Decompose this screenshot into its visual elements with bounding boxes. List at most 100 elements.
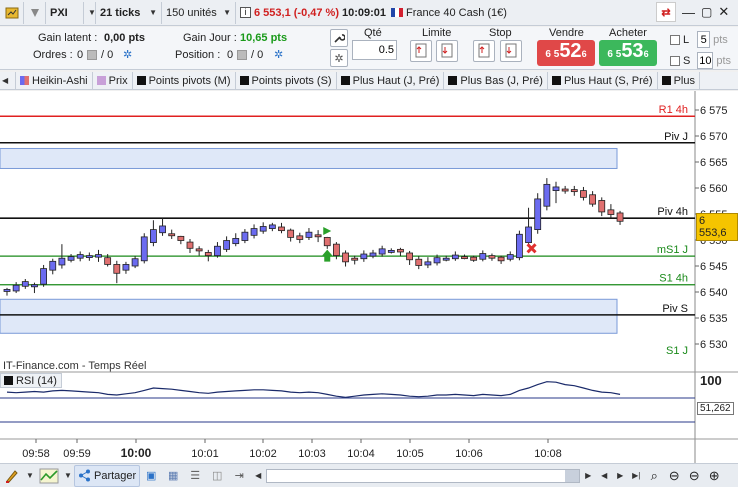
zoom-in-icon[interactable]: ⊕ — [704, 465, 724, 487]
buy-label: Acheter — [609, 27, 647, 39]
price-chart[interactable]: R1 4h Piv J Piv 4h mS1 J S1 4h Piv S S1 J 6 57… — [0, 91, 738, 463]
orders-gear-icon[interactable]: ✲ — [123, 48, 132, 61]
close-icon[interactable]: ✕ — [718, 4, 729, 20]
grid-icon[interactable]: ▦ — [162, 465, 184, 487]
chat-icon[interactable]: ▣ — [140, 465, 162, 487]
stop-label: Stop — [489, 27, 512, 39]
indicator-pivots-m[interactable]: Points pivots (M) — [133, 72, 236, 89]
buy-button[interactable]: 6 5 53 6 — [599, 40, 657, 66]
list-icon[interactable]: ☰ — [184, 465, 206, 487]
extend-icon[interactable]: ⇥ — [228, 465, 250, 487]
pivot-level-label: mS1 J — [657, 244, 688, 256]
y-tick-label: 6 565 — [700, 157, 728, 169]
clock-time: 10:09:01 — [342, 6, 387, 19]
symbol-label: PXI — [50, 6, 68, 19]
maximize-icon[interactable]: ▢ — [701, 5, 712, 19]
indicator-plus-bas-j[interactable]: Plus Bas (J, Pré) — [444, 72, 548, 89]
candle — [516, 230, 523, 261]
prix-icon — [96, 76, 106, 85]
chart-type-icon[interactable] — [24, 1, 46, 24]
scroll-right-button[interactable]: ▶ — [580, 465, 596, 487]
chevron-down-icon: ▼ — [149, 8, 157, 17]
candle — [140, 233, 148, 264]
indicator-pivots-s[interactable]: Points pivots (S) — [236, 72, 337, 89]
indicator-label: Plus — [673, 74, 695, 87]
indicator-label: Plus Haut (S, Pré) — [563, 74, 653, 87]
plus-bas-j-icon — [448, 76, 458, 85]
position-gear-icon[interactable]: ✲ — [274, 48, 283, 61]
l-unit: pts — [713, 33, 728, 46]
share-button[interactable]: Partager — [74, 464, 141, 487]
indicator-plus-haut-s[interactable]: Plus Haut (S, Pré) — [548, 72, 658, 89]
buy-price: 53 — [621, 40, 644, 62]
symbol-select[interactable]: PXI — [46, 1, 84, 24]
s-option[interactable]: S pts — [670, 52, 731, 69]
chart-canvas[interactable]: R1 4h Piv J Piv 4h mS1 J S1 4h Piv S S1 J 6 57… — [0, 91, 738, 463]
horizontal-scrollbar[interactable] — [266, 468, 581, 483]
draw-dropdown[interactable]: ▼ — [24, 465, 36, 487]
jump-end-button[interactable]: ▶| — [628, 465, 644, 487]
step-back-button[interactable]: ◀ — [596, 465, 612, 487]
qty-input[interactable] — [352, 40, 397, 60]
zoom-out-alt-icon[interactable]: ⊖ — [684, 465, 704, 487]
limit-up-button[interactable] — [410, 40, 432, 62]
chevron-down-icon: ▼ — [26, 471, 34, 480]
s-input[interactable] — [697, 52, 714, 69]
candle — [534, 193, 542, 234]
source-label: IT-Finance.com - Temps Réel — [3, 360, 147, 372]
x-tick-label: 10:05 — [396, 448, 424, 460]
indicator-prix[interactable]: Prix — [93, 72, 133, 89]
scroll-left-icon: ◀ — [2, 76, 9, 85]
rsi-header[interactable]: RSI (14) — [0, 373, 62, 388]
scroll-thumb[interactable] — [565, 469, 580, 482]
s-checkbox[interactable] — [670, 55, 680, 66]
limit-down-button[interactable] — [436, 40, 458, 62]
indicator-tool-icon[interactable] — [36, 465, 62, 487]
buy-prefix: 6 5 — [607, 49, 622, 60]
draw-tool-icon[interactable] — [0, 465, 24, 487]
y-tick-label: 6 530 — [700, 339, 728, 351]
orders-box-icon[interactable] — [87, 50, 97, 60]
cog-icon[interactable]: ✲ — [330, 49, 348, 67]
ticks-select[interactable]: 21 ticks ▼ — [96, 1, 162, 24]
price-change: 6 553,1 (-0,47 %) — [254, 6, 339, 19]
y-tick-label: 6 540 — [700, 287, 728, 299]
top-toolbar: PXI ▼ 21 ticks ▼ 150 unités ▼ i 6 553,1 (-… — [0, 0, 738, 26]
rsi-icon — [4, 376, 13, 385]
refresh-icon[interactable]: ⇄ — [656, 2, 676, 22]
indicator-label: Points pivots (M) — [148, 74, 231, 87]
pivot-level-label: R1 4h — [659, 104, 688, 116]
layout-icon[interactable]: ◫ — [206, 465, 228, 487]
sell-button[interactable]: 6 5 52 6 — [537, 40, 595, 66]
x-tick-label: 10:03 — [298, 448, 326, 460]
zoom-out-icon[interactable]: ⊖ — [664, 465, 684, 487]
wrench-icon[interactable] — [330, 29, 348, 47]
l-input[interactable] — [697, 31, 711, 48]
l-option[interactable]: L pts — [670, 31, 728, 48]
chevron-down-icon: ▼ — [88, 8, 96, 17]
l-label: L — [683, 33, 690, 46]
collapse-indicators[interactable]: ◀ — [0, 72, 16, 89]
plus-haut-j-icon — [340, 76, 350, 85]
minimize-icon[interactable]: — — [682, 5, 695, 20]
pivot-level-label: Piv 4h — [657, 206, 688, 218]
symbol-dropdown[interactable]: ▼ — [84, 1, 96, 24]
zoom-fit-icon[interactable]: ⌕ — [644, 465, 664, 487]
indicator-plus[interactable]: Plus — [658, 72, 700, 89]
settings-icon[interactable] — [0, 1, 24, 24]
position-box-icon[interactable] — [237, 50, 247, 60]
scroll-left-button[interactable]: ◀ — [250, 465, 266, 487]
x-tick-label: 10:08 — [534, 448, 562, 460]
units-select[interactable]: 150 unités ▼ — [162, 1, 236, 24]
indicator-plus-haut-j[interactable]: Plus Haut (J, Pré) — [337, 72, 445, 89]
price-info: i 6 553,1 (-0,47 %) 10:09:01 France 40 C… — [236, 2, 511, 24]
sell-prefix: 6 5 — [545, 49, 560, 60]
step-forward-button[interactable]: ▶ — [612, 465, 628, 487]
indicator-dropdown[interactable]: ▼ — [62, 465, 74, 487]
stop-down-button[interactable] — [500, 40, 522, 62]
indicator-heikin-ashi[interactable]: Heikin-Ashi — [16, 72, 93, 89]
l-checkbox[interactable] — [670, 34, 680, 45]
stop-up-button[interactable] — [473, 40, 495, 62]
plus-icon — [661, 76, 671, 85]
rsi-top-label: 100 — [700, 373, 722, 388]
